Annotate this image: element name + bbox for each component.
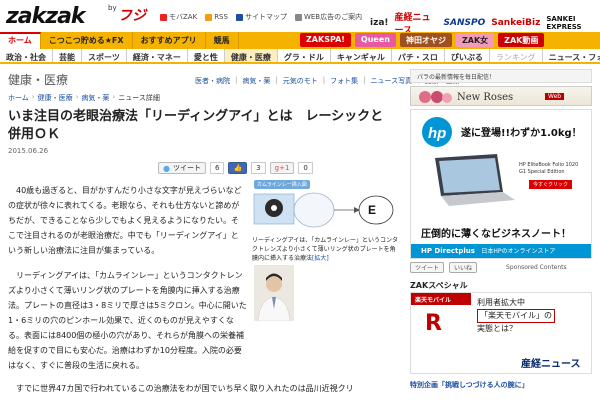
like-count: 3 <box>251 162 266 174</box>
article-paragraph-1: 40歳も過ぎると、目がかすんだり小さな文字が見えづらいなどの症状が徐々に表れてく… <box>8 186 242 255</box>
category-nav: 政治・社会 芸能 スポーツ 経済・マネー 愛と性 健康・医療 グラ・ドル キャン… <box>0 49 600 64</box>
nav-fx[interactable]: こつこつ貯める★FX <box>41 32 133 49</box>
breadcrumb-current: ニュース詳細 <box>118 94 160 102</box>
section-title: 健康・医療 <box>8 73 69 87</box>
figure-caption: リーディングアイは、「カムラインレー」というコンタクトレンズより小さくて薄いリン… <box>252 237 398 262</box>
nav-banners: ZAKSPA! Queen 神田オヤジ ZAK女 ZAK動画 <box>300 33 545 47</box>
breadcrumb: ホーム › 健康・医療 › 病気・薬 › ニュース詳細 <box>8 93 160 103</box>
tag-illness-medicine[interactable]: 病気・薬 <box>242 76 270 86</box>
tag-photo[interactable]: フォト集 <box>330 76 358 86</box>
figure-label: カムラインレー挿入図 <box>254 180 310 189</box>
breadcrumb-separator: › <box>112 93 116 101</box>
new-roses-title: New Roses <box>457 92 514 103</box>
doctor-photo <box>254 265 294 321</box>
sponsored-label: Sponsored Contents <box>506 264 567 271</box>
logo-by-text: by <box>108 4 117 12</box>
eye-chart-letter: E <box>368 203 376 217</box>
header-link-mobile[interactable]: モバZAK <box>160 12 197 22</box>
rose-ad-header[interactable]: パラの最新情報を毎日配信！ <box>410 69 592 83</box>
header-links: モバZAK RSS サイトマップ WEB広告のご案内 <box>160 12 362 22</box>
banner-kanda-oyaji[interactable]: 神田オヤジ <box>399 33 452 47</box>
banner-zak-jo[interactable]: ZAK女 <box>455 33 495 47</box>
rakuten-ad-text: 利用者拡大中 「楽天モバイル」の 実態とは？ <box>477 297 555 335</box>
banner-queen[interactable]: Queen <box>354 33 396 47</box>
tweet-button[interactable]: ● ツイート <box>158 162 206 174</box>
partner-iza[interactable]: iza! <box>370 18 389 28</box>
cat-economy[interactable]: 経済・マネー <box>127 49 188 62</box>
svg-text:hp: hp <box>428 125 446 142</box>
header-link-ads[interactable]: WEB広告のご案内 <box>294 12 362 22</box>
rss-icon <box>205 13 213 21</box>
banner-zak-video[interactable]: ZAK動画 <box>498 33 545 47</box>
sidebar-tweet-button[interactable]: ツイート <box>410 262 445 273</box>
gplus-count: 0 <box>298 162 313 174</box>
gplus-button[interactable]: g+1 <box>269 162 295 174</box>
tag-news-photo[interactable]: ニュース写真 <box>370 76 412 86</box>
caption-enlarge-link[interactable]: [拡大] <box>312 255 329 262</box>
hp-advertisement[interactable]: hp 遂に登場!!わずか1.0kg！ HP EliteBook Folio 10… <box>410 109 592 259</box>
like-thumb-icon: 👍 <box>233 164 243 172</box>
nav-home[interactable]: ホーム <box>0 32 41 49</box>
cat-news-photo[interactable]: ニュース・フォト <box>543 49 600 62</box>
cat-sports[interactable]: スポーツ <box>82 49 127 62</box>
fuji-logo[interactable]: フジ <box>118 5 146 25</box>
cat-campaign-girl[interactable]: キャンギャル <box>331 49 392 62</box>
share-buttons: ● ツイート 6 👍 3 g+1 0 <box>158 162 313 174</box>
header-link-sitemap[interactable]: サイトマップ <box>235 12 287 22</box>
site-logo[interactable]: zakzak <box>6 4 86 29</box>
cat-politics[interactable]: 政治・社会 <box>0 49 53 62</box>
header-link-rss[interactable]: RSS <box>205 12 228 22</box>
partner-sanspo[interactable]: SANSPO <box>444 18 486 28</box>
mail-icon <box>294 13 302 21</box>
breadcrumb-health[interactable]: 健康・医療 <box>38 93 73 103</box>
article-headline: いま注目の老眼治療法「リーディングアイ」とは レーシックと併用ＯＫ <box>8 109 384 142</box>
article-figure[interactable]: カムラインレー挿入図 E <box>250 180 396 236</box>
partner-sankeibiz[interactable]: SankeiBiz <box>491 18 540 28</box>
breadcrumb-illness[interactable]: 病気・薬 <box>81 93 109 103</box>
nav-apps[interactable]: おすすめアプリ <box>133 32 206 49</box>
article-date: 2015.06.26 <box>8 147 49 155</box>
article-paragraph-2-wrapped: リーディングアイは、「カムラインレー」というコンタクトレンズより小さくて薄いリン… <box>8 271 247 370</box>
sidebar-share-tools: ツイート いいね Sponsored Contents <box>410 262 567 273</box>
mobile-icon <box>160 13 167 21</box>
feature-link[interactable]: 特別企画「挑戦しつづける人の腕に」 <box>410 380 529 390</box>
article-paragraph-3: すでに世界47カ国で行われているこの治療法をわが国でいち早く取り入れたのは品川近… <box>8 384 354 393</box>
hp-click-button[interactable]: 今すぐクリック <box>529 180 573 189</box>
hp-ad-title: 遂に登場!!わずか1.0kg！ <box>461 128 582 139</box>
cat-people[interactable]: ぴいぷる <box>445 49 490 62</box>
rakuten-mobile-ad[interactable]: 楽天モバイル R 利用者拡大中 「楽天モバイル」の 実態とは？ 産経ニュース <box>410 292 592 374</box>
sankei-news-logo: 産経ニュース <box>521 359 581 370</box>
breadcrumb-separator: › <box>31 93 35 101</box>
cat-pachinko[interactable]: パチ・スロ <box>392 49 445 62</box>
breadcrumb-home[interactable]: ホーム <box>8 93 29 103</box>
new-roses-badge: Web <box>545 93 565 100</box>
rakuten-r-icon: R <box>425 311 442 336</box>
twitter-bird-icon: ● <box>163 163 170 173</box>
tag-doctor-hospital[interactable]: 医者・病院 <box>195 76 230 86</box>
nav-keiba[interactable]: 競馬 <box>206 32 239 49</box>
cat-entertainment[interactable]: 芸能 <box>53 49 82 62</box>
cat-love[interactable]: 愛と性 <box>188 49 225 62</box>
banner-zakspa[interactable]: ZAKSPA! <box>300 33 351 47</box>
sidebar-like-button[interactable]: いいね <box>449 262 478 273</box>
partner-sankei-express[interactable]: SANKEI EXPRESS <box>546 15 600 31</box>
hp-directplus-bar[interactable]: HP Directplus 日本HPのオンラインストア <box>411 244 591 258</box>
cat-gravure[interactable]: グラ・ドル <box>278 49 331 62</box>
new-roses-banner[interactable]: New Roses Web <box>410 86 592 106</box>
laptop-image <box>435 154 515 206</box>
tweet-count: 6 <box>209 162 225 174</box>
rose-icon <box>419 91 452 103</box>
cat-ranking[interactable]: ランキング <box>490 49 543 62</box>
cat-health[interactable]: 健康・医療 <box>224 49 278 62</box>
tag-genki[interactable]: 元気のモト <box>283 76 318 86</box>
breadcrumb-separator: › <box>75 93 79 101</box>
hp-ad-copy: 圧倒的に薄くなビジネスノート！ <box>421 229 571 240</box>
hp-ad-model: HP EliteBook Folio 1020 G1 Special Editi… <box>519 162 579 175</box>
sitemap-icon <box>235 13 243 21</box>
like-button[interactable]: 👍 <box>228 162 248 174</box>
rakuten-mobile-label: 楽天モバイル <box>411 293 471 305</box>
hp-logo-icon: hp <box>422 117 452 147</box>
site-header: zakzak by フジ モバZAK RSS サイトマップ WEB広告のご案内 … <box>0 0 600 36</box>
